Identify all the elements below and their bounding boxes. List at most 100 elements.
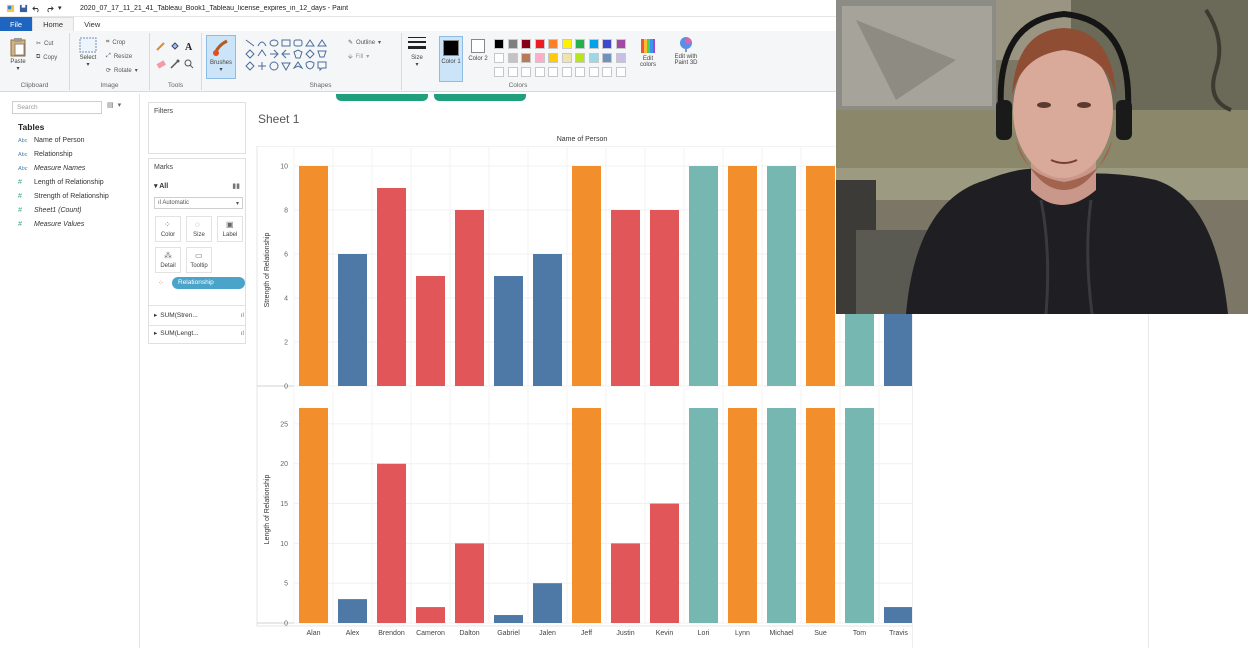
tooltip-label: Tooltip: [190, 263, 208, 269]
shapes-gallery[interactable]: [244, 38, 338, 74]
rows-pill[interactable]: [434, 94, 526, 101]
bar: [611, 210, 640, 386]
customize-quick-access-button[interactable]: ▾: [58, 4, 62, 12]
paste-button[interactable]: Paste ▾: [6, 37, 30, 72]
palette-swatch-empty[interactable]: [575, 67, 585, 77]
tab-view[interactable]: View: [74, 17, 110, 31]
field-measure-values[interactable]: # Measure Values: [18, 221, 84, 228]
field-strength-of-relationship[interactable]: # Strength of Relationship: [18, 193, 109, 200]
fill-dropdown[interactable]: ⬙ Fill ▾: [348, 53, 369, 61]
pencil-icon[interactable]: [156, 41, 166, 51]
palette-swatch[interactable]: [588, 39, 599, 49]
color2-button[interactable]: Color 2: [467, 39, 489, 62]
palette-swatch[interactable]: [588, 53, 599, 63]
bar: [299, 408, 328, 623]
size-button[interactable]: Size ▾: [404, 35, 430, 68]
marks-length-tab[interactable]: ▸ SUM(Lengt... ıl: [154, 329, 244, 338]
palette-swatch[interactable]: [548, 39, 558, 49]
x-tick-label: Travis: [889, 630, 908, 637]
columns-pill[interactable]: [336, 94, 428, 101]
label-button[interactable]: ▣ Label: [217, 216, 243, 242]
palette-swatch[interactable]: [521, 39, 531, 49]
palette-swatch-empty[interactable]: [534, 67, 545, 77]
clipboard-icon: [10, 38, 26, 57]
palette-swatch[interactable]: [534, 53, 545, 63]
edit-with-paint3d-button[interactable]: Edit with Paint 3D: [670, 36, 702, 66]
tooltip-button[interactable]: ▭ Tooltip: [186, 247, 212, 273]
marks-length-label: SUM(Lengt...: [160, 329, 199, 337]
field-label: Length of Relationship: [34, 179, 104, 186]
palette-swatch-empty[interactable]: [588, 67, 599, 77]
palette-swatch[interactable]: [602, 53, 612, 63]
field-name-of-person[interactable]: Abc Name of Person: [18, 137, 85, 144]
resize-label: Resize: [113, 53, 133, 60]
x-tick-label: Gabriel: [497, 630, 520, 637]
measure-icon: #: [18, 207, 22, 214]
marks-all-tab[interactable]: ▾ All: [154, 182, 168, 190]
mark-type-dropdown[interactable]: ıl Automatic ▾: [154, 197, 243, 209]
edit-colors-button[interactable]: Edit colors: [635, 38, 661, 68]
copy-button[interactable]: ⧉ Copy: [36, 54, 57, 61]
palette-swatch-empty[interactable]: [602, 67, 612, 77]
palette-swatch-empty[interactable]: [507, 67, 518, 77]
brushes-button[interactable]: Brushes ▾: [206, 35, 236, 79]
resize-button[interactable]: ⤢ Resize: [106, 53, 132, 60]
color1-button[interactable]: Color 1: [439, 36, 463, 82]
rotate-button[interactable]: ⟳ Rotate ▾: [106, 67, 138, 75]
palette-swatch-empty[interactable]: [561, 67, 572, 77]
palette-swatch[interactable]: [507, 53, 518, 63]
save-icon[interactable]: [19, 4, 28, 13]
x-tick-label: Alex: [346, 630, 360, 637]
palette-swatch[interactable]: [494, 53, 504, 63]
view-toggle-icon[interactable]: ▤: [107, 101, 114, 109]
tab-home[interactable]: Home: [32, 17, 75, 31]
detail-button[interactable]: ⁂ Detail: [155, 247, 181, 273]
field-length-of-relationship[interactable]: # Length of Relationship: [18, 179, 104, 186]
field-sheet1-count[interactable]: # Sheet1 (Count): [18, 207, 81, 214]
relationship-color-pill[interactable]: Relationship: [172, 277, 245, 289]
cut-button[interactable]: ✂ Cut: [36, 40, 53, 48]
palette-swatch[interactable]: [561, 53, 572, 63]
bar: [650, 503, 679, 623]
size-mark-button[interactable]: ◌ Size: [186, 216, 212, 242]
palette-swatch[interactable]: [494, 39, 504, 49]
field-relationship[interactable]: Abc Relationship: [18, 151, 73, 158]
brushes-label: Brushes: [209, 60, 232, 66]
search-input[interactable]: Search: [12, 101, 102, 114]
magnifier-icon[interactable]: [184, 59, 194, 69]
palette-swatch-empty[interactable]: [615, 67, 626, 77]
marks-strength-tab[interactable]: ▸ SUM(Stren... ıl: [154, 311, 244, 320]
crop-button[interactable]: ⌗ Crop: [106, 39, 125, 46]
text-icon[interactable]: A: [184, 41, 194, 51]
palette-swatch[interactable]: [575, 39, 585, 49]
resize-icon: ⤢: [106, 53, 111, 59]
filters-shelf[interactable]: Filters: [148, 102, 246, 154]
tab-file[interactable]: File: [0, 17, 33, 31]
mark-type-label: Automatic: [162, 200, 190, 206]
palette-swatch[interactable]: [521, 53, 531, 63]
color-picker-icon[interactable]: [170, 59, 180, 69]
outline-dropdown[interactable]: ✎ Outline ▾: [348, 39, 381, 47]
field-label: Measure Names: [34, 165, 86, 172]
palette-swatch[interactable]: [507, 39, 518, 49]
palette-swatch-empty[interactable]: [521, 67, 531, 77]
palette-swatch[interactable]: [602, 39, 612, 49]
fill-bucket-icon[interactable]: [170, 41, 180, 51]
menu-dropdown-icon[interactable]: ▾: [118, 101, 122, 109]
palette-swatch-empty[interactable]: [494, 67, 504, 77]
undo-icon[interactable]: [32, 4, 41, 13]
palette-swatch[interactable]: [615, 39, 626, 49]
palette-swatch[interactable]: [615, 53, 626, 63]
x-tick-label: Dalton: [459, 630, 479, 637]
redo-icon[interactable]: [45, 4, 54, 13]
palette-swatch[interactable]: [548, 53, 558, 63]
palette-swatch[interactable]: [534, 39, 545, 49]
field-measure-names[interactable]: Abc Measure Names: [18, 165, 85, 172]
palette-swatch[interactable]: [561, 39, 572, 49]
select-button[interactable]: Select ▾: [76, 37, 100, 68]
bar: [767, 166, 796, 386]
palette-swatch[interactable]: [575, 53, 585, 63]
color-button[interactable]: ⁘ Color: [155, 216, 181, 242]
eraser-icon[interactable]: [156, 59, 166, 69]
palette-swatch-empty[interactable]: [548, 67, 558, 77]
